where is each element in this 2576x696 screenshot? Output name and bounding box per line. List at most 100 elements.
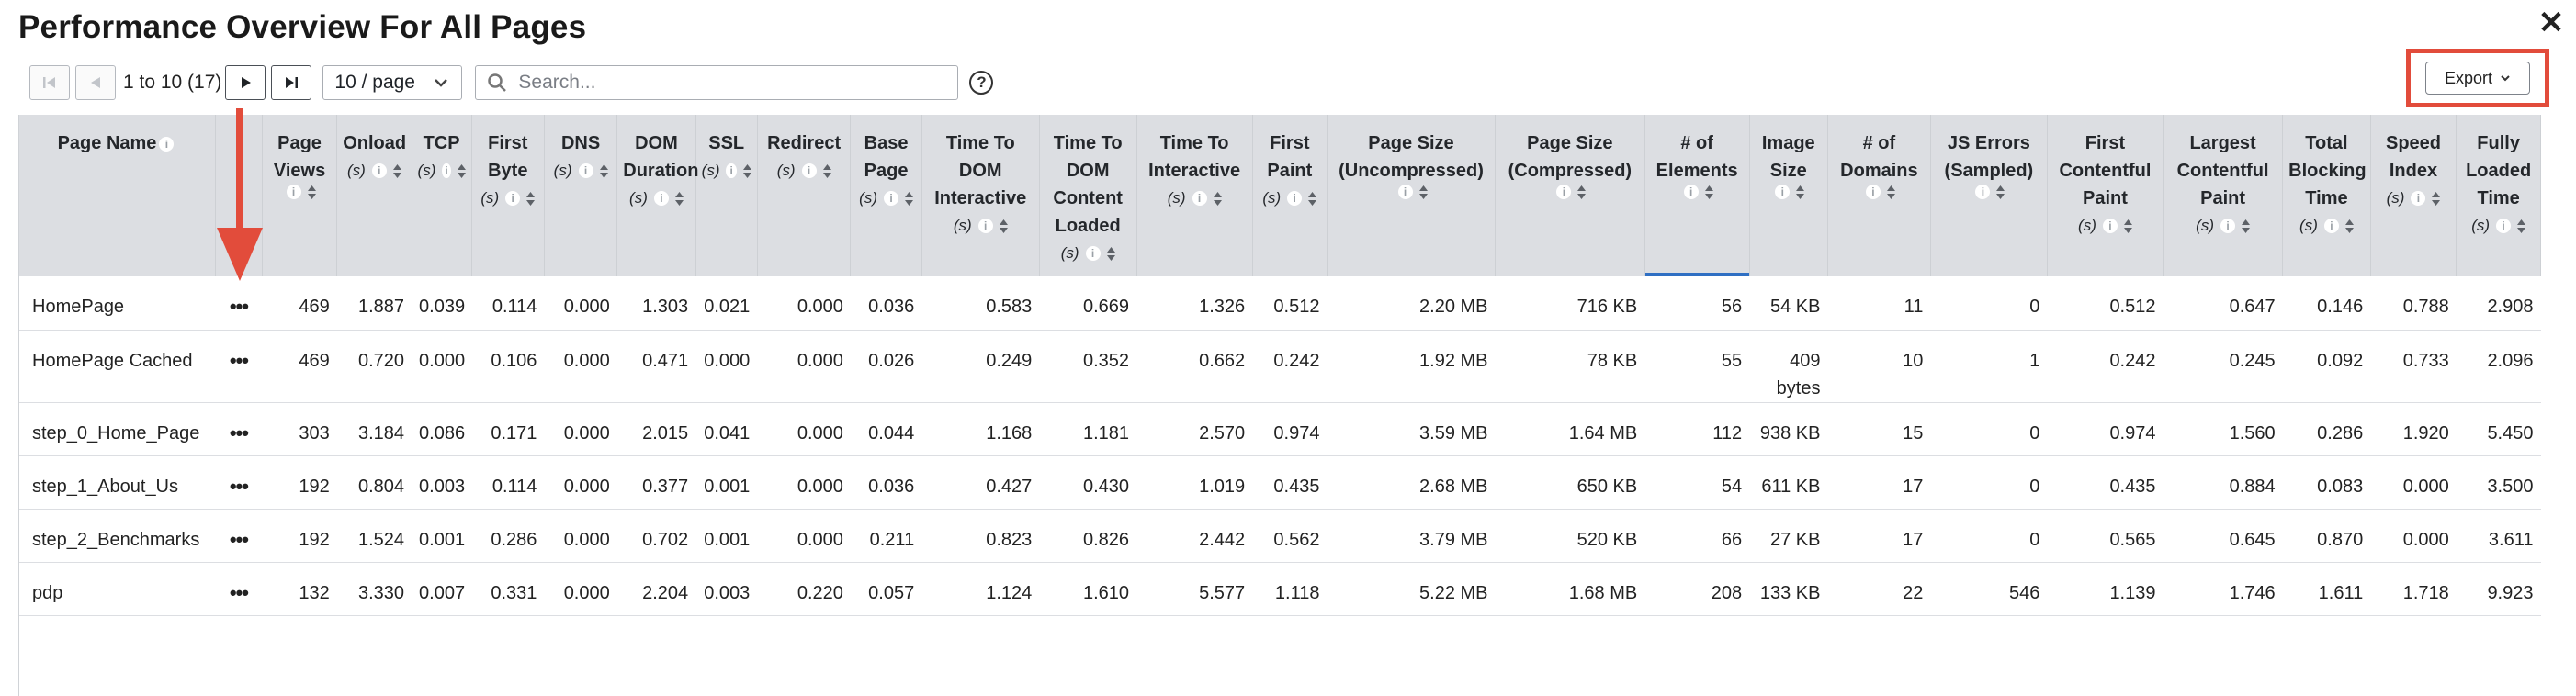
table-row[interactable]: pdp ••• 132 3.330 0.007 0.331 0.000 2.204 0.003 0… [19, 562, 2541, 615]
column-header[interactable]: JS Errors (Sampled) i [1930, 115, 2048, 276]
sort-icon[interactable] [2344, 219, 2354, 233]
sort-icon[interactable] [457, 163, 466, 178]
column-header[interactable]: First Contentful Paint (s) i [2047, 115, 2164, 276]
row-menu-dots: ••• [229, 295, 249, 318]
sort-icon[interactable] [1577, 185, 1587, 199]
help-icon[interactable]: ? [969, 71, 994, 95]
sort-icon[interactable] [1886, 185, 1895, 199]
info-icon[interactable]: i [1287, 191, 1303, 206]
column-header[interactable]: DOM Duration (s) i [616, 115, 698, 276]
sort-icon[interactable] [1704, 185, 1713, 199]
more-options-icon[interactable]: ••• [216, 455, 263, 509]
sort-icon[interactable] [392, 163, 401, 178]
column-header[interactable]: # of Domains i [1827, 115, 1931, 276]
column-header[interactable]: Time To DOM Interactive (s) i [921, 115, 1040, 276]
column-header[interactable]: First Byte (s) i [471, 115, 545, 276]
info-icon[interactable]: i [2496, 219, 2512, 233]
sort-icon[interactable] [526, 191, 536, 206]
info-icon[interactable]: i [1683, 185, 1699, 199]
table-row[interactable]: step_2_Benchmarks ••• 192 1.524 0.001 0.286 0.… [19, 509, 2541, 562]
table-row[interactable]: step_1_About_Us ••• 192 0.804 0.003 0.114 0.00… [19, 455, 2541, 509]
column-header[interactable]: Speed Index (s) i [2370, 115, 2457, 276]
sort-icon[interactable] [1308, 191, 1317, 206]
column-unit: (s) [1060, 244, 1079, 262]
column-header[interactable]: Redirect (s) i [757, 115, 852, 276]
sort-icon[interactable] [1796, 185, 1805, 199]
sort-icon[interactable] [2123, 219, 2132, 233]
column-header[interactable]: Time To Interactive (s) i [1136, 115, 1253, 276]
sort-icon[interactable] [2241, 219, 2250, 233]
column-header[interactable]: Page Size (Compressed) i [1495, 115, 1645, 276]
table-row[interactable]: HomePage ••• 469 1.887 0.039 0.114 0.000 1.303 0… [19, 276, 2541, 330]
info-icon[interactable]: i [1085, 246, 1101, 261]
column-header[interactable]: Image Size i [1749, 115, 1828, 276]
sort-icon[interactable] [1213, 191, 1222, 206]
column-header[interactable]: Page Name i [19, 115, 217, 276]
table-cell: 0 [2029, 422, 2040, 443]
sort-icon[interactable] [1106, 246, 1115, 261]
info-icon[interactable]: i [159, 136, 175, 152]
sort-icon[interactable] [1418, 185, 1428, 199]
sort-icon[interactable] [822, 163, 831, 178]
info-icon[interactable]: i [1865, 185, 1881, 199]
info-icon[interactable]: i [2102, 219, 2118, 233]
next-page-button[interactable] [225, 65, 266, 100]
info-icon[interactable]: i [2411, 191, 2426, 206]
info-icon[interactable]: i [2323, 219, 2339, 233]
more-options-icon[interactable]: ••• [216, 330, 263, 402]
info-icon[interactable]: i [505, 191, 521, 206]
column-header[interactable]: # of Elements i [1644, 115, 1750, 276]
page-size-select[interactable]: 10 / page [322, 65, 463, 100]
info-icon[interactable]: i [1192, 191, 1207, 206]
export-button[interactable]: Export [2425, 62, 2530, 95]
column-header[interactable]: Page Views i [262, 115, 338, 276]
sort-icon[interactable] [307, 185, 316, 199]
sort-icon[interactable] [674, 191, 684, 206]
more-options-icon[interactable]: ••• [216, 509, 263, 562]
sort-icon[interactable] [599, 163, 608, 178]
info-icon[interactable]: i [442, 163, 451, 178]
close-icon[interactable]: ✕ [2537, 7, 2565, 39]
column-header[interactable]: Total Blocking Time (s) i [2282, 115, 2371, 276]
info-icon[interactable]: i [726, 163, 737, 178]
column-header[interactable]: Onload (s) i [336, 115, 412, 276]
more-options-icon[interactable]: ••• [216, 402, 263, 455]
info-icon[interactable]: i [2220, 219, 2235, 233]
info-icon[interactable]: i [801, 163, 817, 178]
sort-icon[interactable] [999, 219, 1008, 233]
sort-icon[interactable] [2432, 191, 2441, 206]
column-header[interactable]: Largest Contentful Paint (s) i [2163, 115, 2284, 276]
info-icon[interactable]: i [977, 219, 993, 233]
last-page-button[interactable] [271, 65, 312, 100]
search-input[interactable] [518, 72, 947, 94]
column-header[interactable]: TCP (s) i [412, 115, 472, 276]
first-page-button[interactable] [29, 65, 70, 100]
sort-icon[interactable] [2517, 219, 2526, 233]
column-header[interactable]: Fully Loaded Time (s) i [2456, 115, 2541, 276]
column-header[interactable]: Time To DOM Content Loaded (s) i [1039, 115, 1137, 276]
info-icon[interactable]: i [286, 185, 301, 199]
info-icon[interactable]: i [1556, 185, 1572, 199]
info-icon[interactable]: i [1397, 185, 1413, 199]
info-icon[interactable]: i [371, 163, 387, 178]
column-header[interactable]: Page Size (Uncompressed) i [1327, 115, 1497, 276]
prev-page-button[interactable] [75, 65, 116, 100]
info-icon[interactable]: i [1775, 185, 1791, 199]
sort-icon[interactable] [1996, 185, 2005, 199]
column-header[interactable]: First Paint (s) i [1252, 115, 1328, 276]
table-cell: 208 [1711, 582, 1743, 603]
column-header[interactable]: Base Page (s) i [850, 115, 922, 276]
info-icon[interactable]: i [653, 191, 669, 206]
sort-icon[interactable] [742, 163, 751, 178]
table-cell: 0.435 [2109, 476, 2156, 497]
table-row[interactable]: HomePage Cached ••• 469 0.720 0.000 0.106 0.00… [19, 330, 2541, 402]
more-options-icon[interactable]: ••• [216, 562, 263, 615]
info-icon[interactable]: i [883, 191, 898, 206]
info-icon[interactable]: i [578, 163, 593, 178]
column-header[interactable]: DNS (s) i [544, 115, 618, 276]
table-row[interactable]: step_0_Home_Page ••• 303 3.184 0.086 0.171 0.0… [19, 402, 2541, 455]
info-icon[interactable]: i [1975, 185, 1991, 199]
column-header[interactable]: SSL (s) i [695, 115, 758, 276]
sort-icon[interactable] [904, 191, 913, 206]
more-options-icon[interactable]: ••• [216, 276, 263, 330]
